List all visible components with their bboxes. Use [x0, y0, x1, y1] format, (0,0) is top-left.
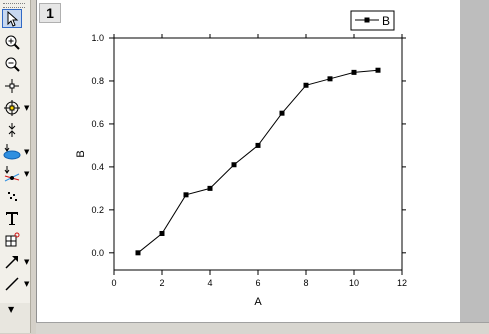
data-point-marker[interactable] [207, 185, 213, 191]
data-point-marker[interactable] [351, 69, 357, 75]
data-point-marker[interactable] [135, 250, 141, 256]
data-point-marker[interactable] [183, 192, 189, 198]
data-point-marker[interactable] [231, 162, 237, 168]
data-point-marker[interactable] [159, 230, 165, 236]
x-tick-label: 0 [111, 278, 116, 288]
y-axis-title: B [75, 150, 87, 157]
data-point-marker[interactable] [255, 142, 261, 148]
y-tick-label: 0.6 [91, 119, 104, 129]
y-tick-label: 0.8 [91, 76, 104, 86]
data-point-marker[interactable] [327, 76, 333, 82]
plot-frame [113, 37, 403, 271]
x-tick-label: 10 [349, 278, 359, 288]
y-tick-label: 1.0 [91, 33, 104, 43]
y-tick-label: 0.4 [91, 162, 104, 172]
series-line [137, 69, 379, 254]
y-tick-label: 0.2 [91, 205, 104, 215]
x-tick-label: 8 [303, 278, 308, 288]
x-tick-label: 2 [159, 278, 164, 288]
line-chart[interactable]: 0 2 4 6 8 10 12 0.0 0.2 0.4 0.6 0.8 1.0 A B B [0, 0, 489, 333]
data-point-marker[interactable] [375, 67, 381, 73]
legend-marker [364, 17, 370, 23]
y-tick-label: 0.0 [91, 248, 104, 258]
legend[interactable]: B [350, 10, 395, 31]
x-tick-label: 12 [397, 278, 407, 288]
x-tick-label: 6 [255, 278, 260, 288]
data-point-marker[interactable] [303, 82, 309, 88]
legend-label: B [382, 14, 390, 28]
x-axis-title: A [254, 296, 262, 308]
x-tick-label: 4 [207, 278, 212, 288]
data-point-marker[interactable] [279, 110, 285, 116]
